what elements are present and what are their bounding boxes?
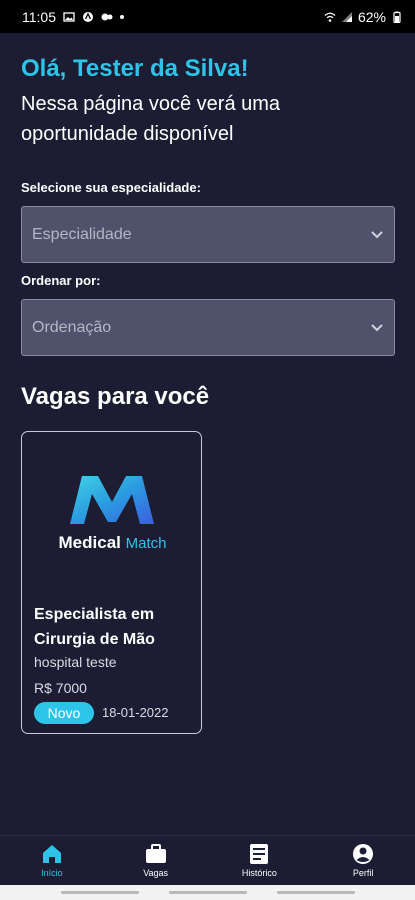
order-select[interactable]: Ordenação — [21, 299, 395, 356]
section-title: Vagas para você — [21, 383, 210, 410]
status-time: 11:05 — [22, 8, 56, 25]
nav-label: Perfil — [352, 868, 374, 878]
gesture-handle[interactable] — [60, 891, 139, 894]
nav-label: Início — [41, 868, 63, 878]
battery-percent: 62% — [357, 8, 386, 25]
logo-word-match: Match — [125, 535, 167, 552]
gallery-icon — [63, 11, 75, 22]
job-hospital: hospital teste — [34, 654, 117, 670]
nav-item-vagas[interactable]: Vagas — [104, 836, 208, 885]
job-price: R$ 7000 — [34, 680, 87, 696]
briefcase-icon — [145, 844, 166, 863]
nav-item-inicio[interactable]: Início — [0, 836, 104, 885]
job-card[interactable]: Medical Match Especialista em Cirurgia d… — [21, 431, 202, 734]
wifi-icon — [324, 12, 336, 22]
specialty-select[interactable]: Especialidade — [21, 206, 395, 263]
nav-item-historico[interactable]: Histórico — [208, 836, 312, 885]
nav-label: Vagas — [143, 868, 169, 878]
nav-label: Histórico — [241, 868, 277, 878]
home-icon — [42, 845, 61, 863]
system-gesture-bar — [0, 885, 415, 900]
logo-wordmark: Medical Match — [22, 533, 203, 553]
specialty-label: Selecione sua especialidade: — [21, 180, 201, 195]
page-subtitle: Nessa página você verá uma oportunidade … — [21, 93, 281, 145]
new-badge: Novo — [34, 702, 94, 724]
gesture-handle[interactable] — [276, 891, 355, 894]
order-select-value: Ordenação — [32, 318, 112, 336]
chat-notification-icon — [101, 13, 113, 20]
more-notifications-dot — [120, 14, 124, 19]
logo-word-medical: Medical — [58, 533, 121, 552]
gesture-handle[interactable] — [168, 891, 247, 894]
battery-icon — [393, 11, 401, 23]
specialty-select-value: Especialidade — [32, 225, 132, 243]
chevron-down-icon — [371, 231, 383, 239]
job-date: 18-01-2022 — [102, 705, 169, 720]
status-bar: 11:05 62% — [0, 0, 415, 33]
signal-icon — [341, 11, 352, 22]
bottom-nav: Início Vagas Histórico Perfil — [0, 835, 415, 885]
document-icon — [250, 844, 269, 864]
chevron-down-icon — [371, 324, 383, 332]
order-label: Ordenar por: — [21, 273, 101, 288]
nav-item-perfil[interactable]: Perfil — [311, 836, 415, 885]
job-title: Especialista em Cirurgia de Mão — [34, 606, 155, 648]
profile-icon — [353, 844, 374, 864]
greeting-title: Olá, Tester da Silva! — [21, 55, 249, 82]
app-notification-icon — [83, 11, 93, 22]
